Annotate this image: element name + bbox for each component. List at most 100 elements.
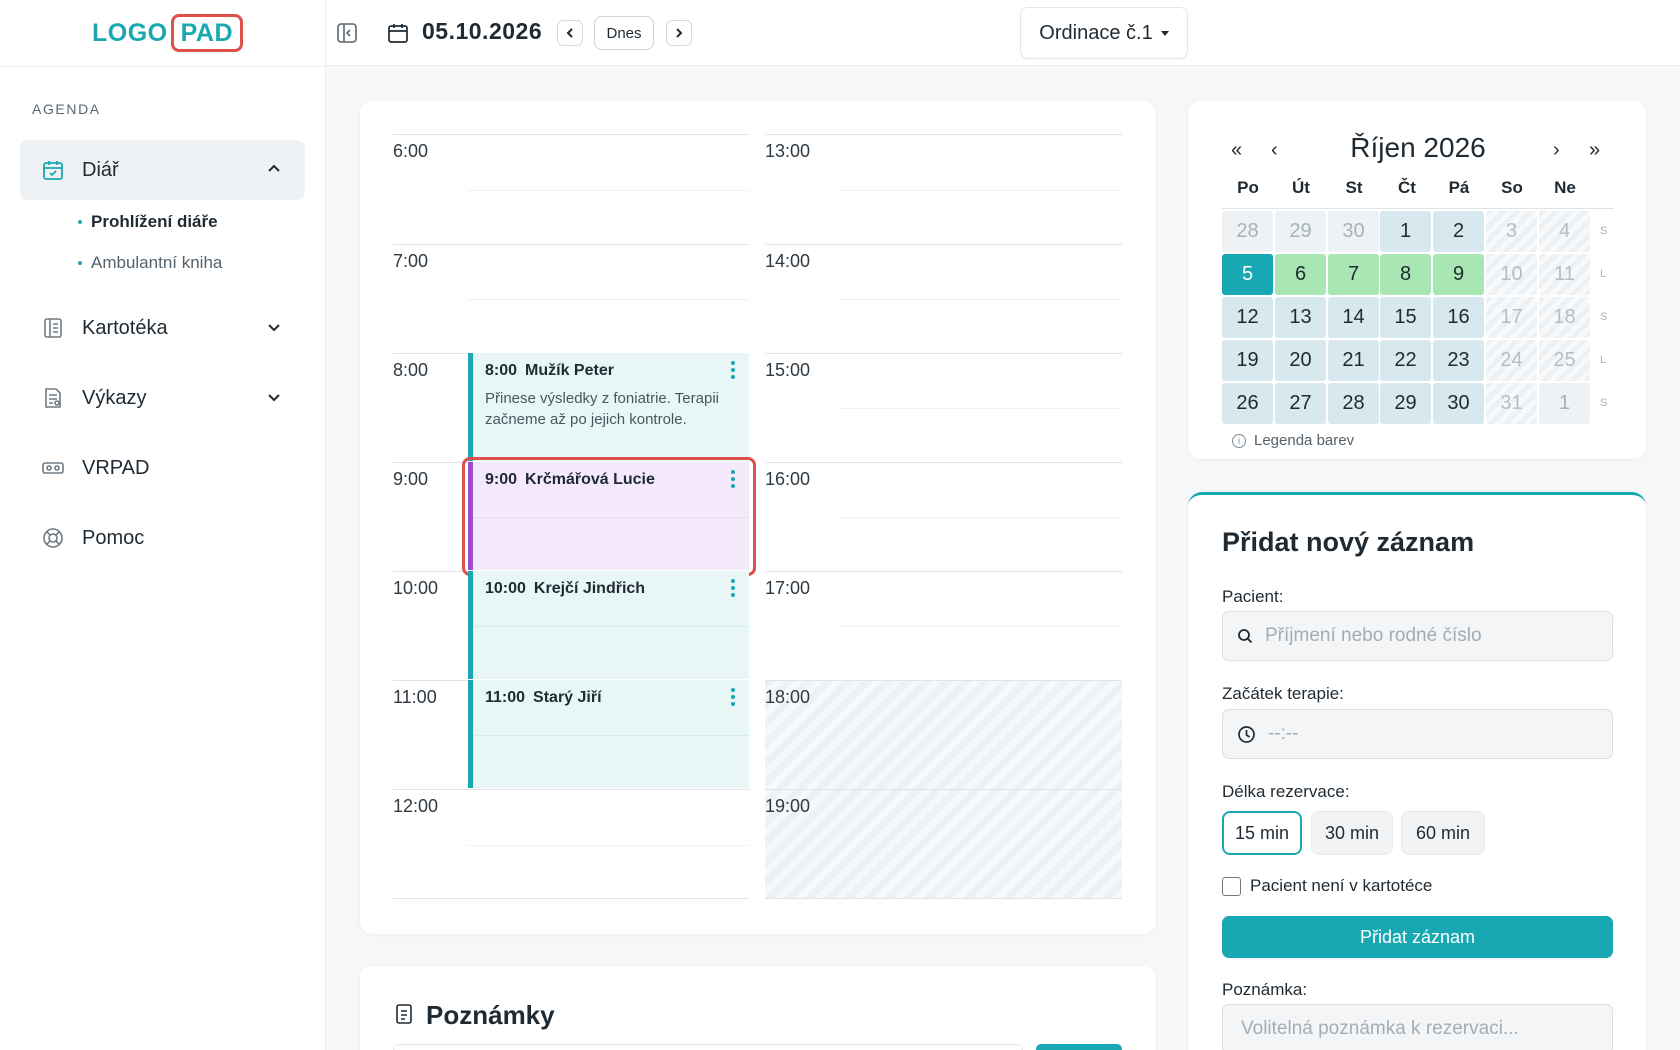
next-day-button[interactable]	[666, 20, 692, 46]
calendar-day[interactable]: 21	[1328, 340, 1379, 381]
calendar-day[interactable]: 29	[1380, 383, 1431, 424]
kebab-menu-icon[interactable]	[730, 579, 736, 601]
subnav-label: Ambulantní kniha	[91, 253, 223, 272]
chevron-right-icon	[676, 28, 683, 38]
sidebar-section-label: AGENDA	[32, 101, 101, 117]
note-input[interactable]: Volitelná poznámka k rezervaci...	[1222, 1004, 1613, 1050]
hour-label: 9:00	[393, 469, 429, 489]
calendar-day[interactable]: 22	[1380, 340, 1431, 381]
calendar-day[interactable]: 25	[1539, 340, 1590, 381]
sidebar-item-vrpad[interactable]: VRPAD	[20, 438, 305, 498]
calendar-day[interactable]: 3	[1486, 211, 1537, 252]
caret-down-icon	[1160, 30, 1169, 36]
previous-day-button[interactable]	[557, 20, 583, 46]
appointment-patient: Mužík Peter	[525, 362, 614, 379]
sidebar-item-label: Pomoc	[82, 526, 145, 549]
calendar-day[interactable]: 11	[1539, 254, 1590, 295]
calendar-day[interactable]: 30	[1328, 211, 1379, 252]
note-label: Poznámka:	[1222, 980, 1308, 999]
weekday-header: Pá	[1448, 178, 1470, 197]
week-parity-tag: S	[1600, 397, 1608, 409]
not-in-registry-checkbox[interactable]	[1222, 877, 1241, 896]
half-hour-line	[468, 299, 749, 300]
sidebar-item-kartoteka[interactable]: Kartotéka	[20, 298, 305, 358]
previous-month-button[interactable]: ‹	[1271, 139, 1278, 162]
calendar-day[interactable]: 28	[1222, 211, 1273, 252]
calendar-day[interactable]: 20	[1275, 340, 1326, 381]
half-hour-line	[840, 299, 1122, 300]
clinic-select[interactable]: Ordinace č.1	[1020, 7, 1188, 59]
calendar-day[interactable]: 12	[1222, 297, 1273, 338]
calendar-day[interactable]: 23	[1433, 340, 1484, 381]
vr-headset-icon	[40, 455, 66, 481]
hour-label: 13:00	[765, 141, 811, 161]
next-month-button[interactable]: ›	[1553, 139, 1560, 162]
calendar-day[interactable]: 14	[1328, 297, 1379, 338]
duration-30-button[interactable]: 30 min	[1311, 811, 1393, 855]
calendar-day[interactable]: 31	[1486, 383, 1537, 424]
start-time-input[interactable]: --:--	[1222, 709, 1613, 759]
kebab-menu-icon[interactable]	[730, 361, 736, 383]
calendar-day[interactable]: 2	[1433, 211, 1484, 252]
today-button[interactable]: Dnes	[594, 16, 654, 50]
sidebar-item-pomoc[interactable]: Pomoc	[20, 508, 305, 568]
calendar-day[interactable]: 13	[1275, 297, 1326, 338]
calendar-day[interactable]: 6	[1275, 254, 1326, 295]
calendar-day[interactable]: 30	[1433, 383, 1484, 424]
chevron-down-icon	[268, 324, 280, 332]
notes-input[interactable]	[393, 1044, 1023, 1050]
subnav-prohlizeni-diare[interactable]: Prohlížení diáře	[78, 212, 218, 232]
appointment-patient: Krejčí Jindřich	[533, 580, 646, 597]
selection-highlight	[462, 457, 756, 576]
appointment-note: Přinese výsledky z foniatrie. Terapii za…	[485, 390, 719, 428]
hour-line	[765, 571, 1122, 572]
calendar-day[interactable]: 10	[1486, 254, 1537, 295]
appointment-patient: Starý Jiří	[533, 689, 602, 706]
weekday-header: St	[1345, 178, 1363, 197]
calendar-day[interactable]: 1	[1380, 211, 1431, 252]
notes-save-button[interactable]	[1036, 1044, 1122, 1050]
subnav-ambulantni-kniha[interactable]: Ambulantní kniha	[78, 253, 222, 273]
calendar-day[interactable]: 18	[1539, 297, 1590, 338]
previous-year-button[interactable]: «	[1231, 139, 1242, 162]
calendar-day[interactable]: 27	[1275, 383, 1326, 424]
subnav-label: Prohlížení diáře	[91, 212, 218, 231]
calendar-day[interactable]: 4	[1539, 211, 1590, 252]
calendar-day[interactable]: 24	[1486, 340, 1537, 381]
notes-title: Poznámky	[426, 1000, 555, 1030]
week-parity-tag: S	[1600, 225, 1608, 237]
color-legend-link[interactable]: i Legenda barev	[1232, 432, 1354, 449]
calendar-day[interactable]: 16	[1433, 297, 1484, 338]
appointment-card[interactable]: 8:00 Mužík Peter Přinese výsledky z fonia…	[468, 353, 749, 461]
hour-line	[765, 898, 1122, 899]
duration-60-button[interactable]: 60 min	[1401, 811, 1485, 855]
duration-15-button[interactable]: 15 min	[1222, 811, 1302, 855]
calendar-day[interactable]: 26	[1222, 383, 1273, 424]
next-year-button[interactable]: »	[1589, 139, 1600, 162]
add-record-button[interactable]: Přidat záznam	[1222, 916, 1613, 958]
date-picker-button[interactable]	[385, 20, 411, 46]
calendar-day[interactable]: 5	[1222, 254, 1273, 295]
patient-search-input[interactable]: Příjmení nebo rodné číslo	[1222, 611, 1613, 661]
calendar-day[interactable]: 19	[1222, 340, 1273, 381]
appointment-card[interactable]: 11:00 Starý Jiří	[468, 680, 749, 788]
week-parity-tag: L	[1600, 268, 1607, 280]
calendar-day[interactable]: 29	[1275, 211, 1326, 252]
calendar-day[interactable]: 8	[1380, 254, 1431, 295]
calendar-day[interactable]: 7	[1328, 254, 1379, 295]
calendar-day[interactable]: 17	[1486, 297, 1537, 338]
collapse-sidebar-button[interactable]	[334, 20, 360, 46]
appointment-time: 10:00	[485, 580, 526, 597]
sidebar-item-diar[interactable]: Diář	[20, 140, 305, 200]
appointment-card[interactable]: 10:00 Krejčí Jindřich	[468, 571, 749, 679]
sidebar-item-vykazy[interactable]: Výkazy	[20, 368, 305, 428]
hour-line	[765, 134, 1122, 135]
calendar-day[interactable]: 1	[1539, 383, 1590, 424]
kebab-menu-icon[interactable]	[730, 688, 736, 710]
week-parity-tag: S	[1600, 311, 1608, 323]
calendar-day[interactable]: 28	[1328, 383, 1379, 424]
calendar-day[interactable]: 9	[1433, 254, 1484, 295]
logo[interactable]: LOGO PAD	[92, 13, 244, 53]
hour-label: 11:00	[393, 687, 437, 707]
calendar-day[interactable]: 15	[1380, 297, 1431, 338]
